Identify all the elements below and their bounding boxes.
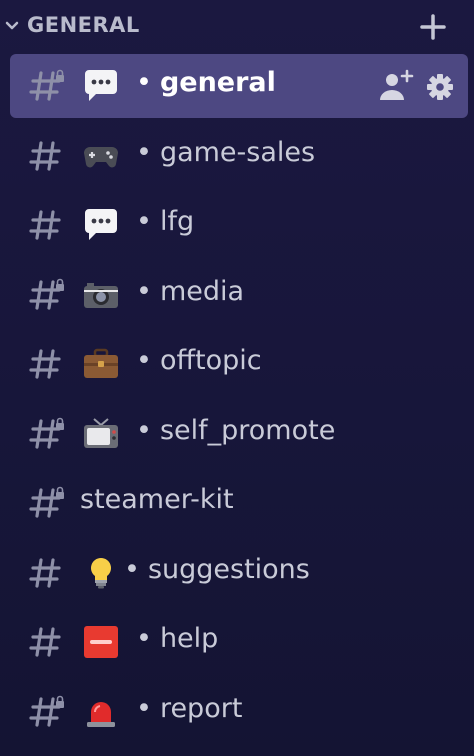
channel-prefix: • (136, 275, 152, 307)
channel-hash-icon (29, 627, 61, 657)
channel-prefix: • (136, 414, 152, 446)
add-member-icon[interactable] (378, 68, 414, 104)
siren-icon (87, 701, 115, 727)
channel-actions (378, 68, 462, 104)
channel-label: suggestions (147, 553, 310, 585)
channel-name: • self_promote (136, 415, 335, 446)
channel-label: steamer-kit (80, 484, 234, 515)
channel-prefix: • (136, 136, 152, 168)
channel-name: • offtopic (136, 345, 262, 376)
channel-prefix: • (136, 692, 152, 724)
briefcase-icon (84, 348, 118, 378)
channel-steamer-kit[interactable]: steamer-kit (10, 471, 468, 535)
channel-label: game-sales (159, 136, 316, 168)
channel-name: • general (136, 67, 276, 98)
television-icon (84, 417, 118, 448)
private-channel-hash-icon (29, 278, 64, 310)
game-controller-icon (84, 146, 118, 167)
channel-name: • suggestions (124, 554, 310, 585)
channel-name: • lfg (136, 206, 194, 237)
speech-bubble-icon (85, 70, 117, 101)
category-header[interactable]: GENERAL (0, 0, 474, 54)
category-label: GENERAL (27, 13, 140, 37)
channel-name: • help (136, 623, 218, 654)
channel-prefix: • (136, 345, 152, 376)
channel-name: • game-sales (136, 137, 315, 168)
channel-hash-icon (29, 557, 61, 588)
channel-name: • media (136, 276, 244, 307)
channel-label: offtopic (159, 345, 262, 376)
private-channel-hash-icon (29, 69, 64, 101)
plus-icon[interactable] (418, 12, 448, 42)
channel-prefix: • (136, 67, 152, 98)
channel-label: report (159, 692, 243, 724)
channel-label: general (159, 67, 276, 98)
speech-bubble-icon (85, 209, 117, 240)
channel-prefix: • (136, 623, 152, 654)
channel-report[interactable]: • report (10, 680, 468, 744)
channel-name: • report (136, 693, 242, 724)
channel-label: lfg (159, 206, 195, 237)
camera-icon (84, 282, 118, 308)
channel-self-promote[interactable]: • self_promote (10, 402, 468, 466)
private-channel-hash-icon (29, 486, 64, 518)
channel-name: steamer-kit (80, 484, 234, 515)
channel-media[interactable]: • media (10, 263, 468, 327)
channel-hash-icon (29, 349, 61, 379)
channel-help[interactable]: • help (10, 610, 468, 674)
channel-general[interactable]: • general (10, 54, 468, 118)
channel-label: self_promote (159, 414, 336, 446)
channel-offtopic[interactable]: • offtopic (10, 332, 468, 396)
channel-prefix: • (124, 553, 140, 585)
private-channel-hash-icon (29, 417, 64, 449)
light-bulb-icon (91, 557, 112, 588)
chevron-down-icon[interactable] (4, 18, 20, 34)
channel-lfg[interactable]: • lfg (10, 193, 468, 257)
channel-hash-icon (29, 210, 61, 240)
channel-game-sales[interactable]: • game-sales (10, 124, 468, 188)
gear-icon[interactable] (422, 68, 458, 104)
channel-prefix: • (136, 206, 152, 237)
channel-label: help (159, 623, 219, 654)
channel-label: media (159, 275, 245, 307)
channel-suggestions[interactable]: • suggestions (10, 541, 468, 605)
channel-hash-icon (29, 140, 61, 171)
private-channel-hash-icon (29, 695, 64, 727)
sos-icon (84, 626, 118, 658)
